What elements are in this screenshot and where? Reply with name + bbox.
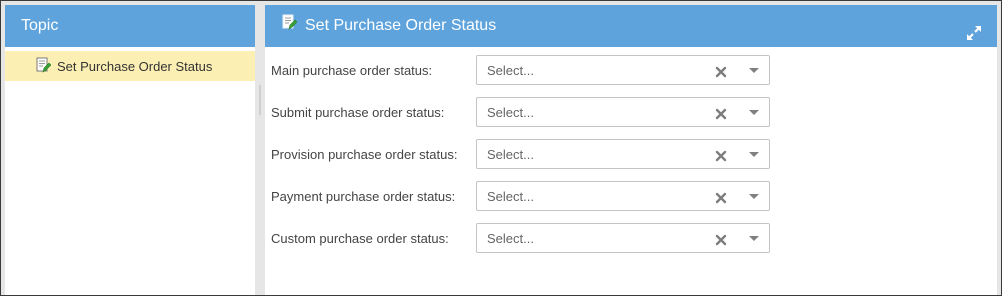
panel-title: Set Purchase Order Status [305,17,497,34]
set-status-panel: Set Purchase Order Status Main purchase … [265,5,997,295]
provision-status-select[interactable]: Select... [476,139,770,169]
chevron-down-icon[interactable] [749,236,759,241]
payment-status-label: Payment purchase order status: [271,189,456,204]
app-frame: Topic Set Purchase Order Status Set Purc… [0,0,1002,296]
topic-panel-title: Topic [21,17,59,34]
submit-status-label: Submit purchase order status: [271,105,445,120]
custom-status-select[interactable]: Select... [476,223,770,253]
chevron-down-icon[interactable] [749,110,759,115]
select-placeholder: Select... [487,147,534,162]
expand-icon[interactable] [965,17,983,40]
chevron-down-icon[interactable] [749,152,759,157]
clear-icon[interactable] [715,65,727,78]
topic-item-set-purchase-order-status[interactable]: Set Purchase Order Status [5,51,255,81]
select-placeholder: Select... [487,105,534,120]
main-status-label: Main purchase order status: [271,63,433,78]
select-placeholder: Select... [487,63,534,78]
document-edit-icon [35,57,52,76]
clear-icon[interactable] [715,191,727,204]
chevron-down-icon[interactable] [749,194,759,199]
form-row-main-status: Main purchase order status: Select... [271,55,791,87]
submit-status-select[interactable]: Select... [476,97,770,127]
topic-item-label: Set Purchase Order Status [57,58,213,74]
document-edit-icon [281,5,298,47]
set-status-panel-header: Set Purchase Order Status [265,5,997,47]
clear-icon[interactable] [715,107,727,120]
panel-splitter[interactable] [255,5,265,295]
topic-panel-header: Topic [5,5,255,47]
payment-status-select[interactable]: Select... [476,181,770,211]
topic-panel: Topic Set Purchase Order Status [5,5,255,295]
clear-icon[interactable] [715,149,727,162]
select-placeholder: Select... [487,231,534,246]
form-row-custom-status: Custom purchase order status: Select... [271,223,791,255]
main-status-select[interactable]: Select... [476,55,770,85]
clear-icon[interactable] [715,233,727,246]
provision-status-label: Provision purchase order status: [271,147,458,162]
form-row-submit-status: Submit purchase order status: Select... [271,97,791,129]
custom-status-label: Custom purchase order status: [271,231,449,246]
splitter-grip[interactable] [259,85,261,115]
select-placeholder: Select... [487,189,534,204]
form-row-provision-status: Provision purchase order status: Select.… [271,139,791,171]
form-row-payment-status: Payment purchase order status: Select... [271,181,791,213]
chevron-down-icon[interactable] [749,68,759,73]
